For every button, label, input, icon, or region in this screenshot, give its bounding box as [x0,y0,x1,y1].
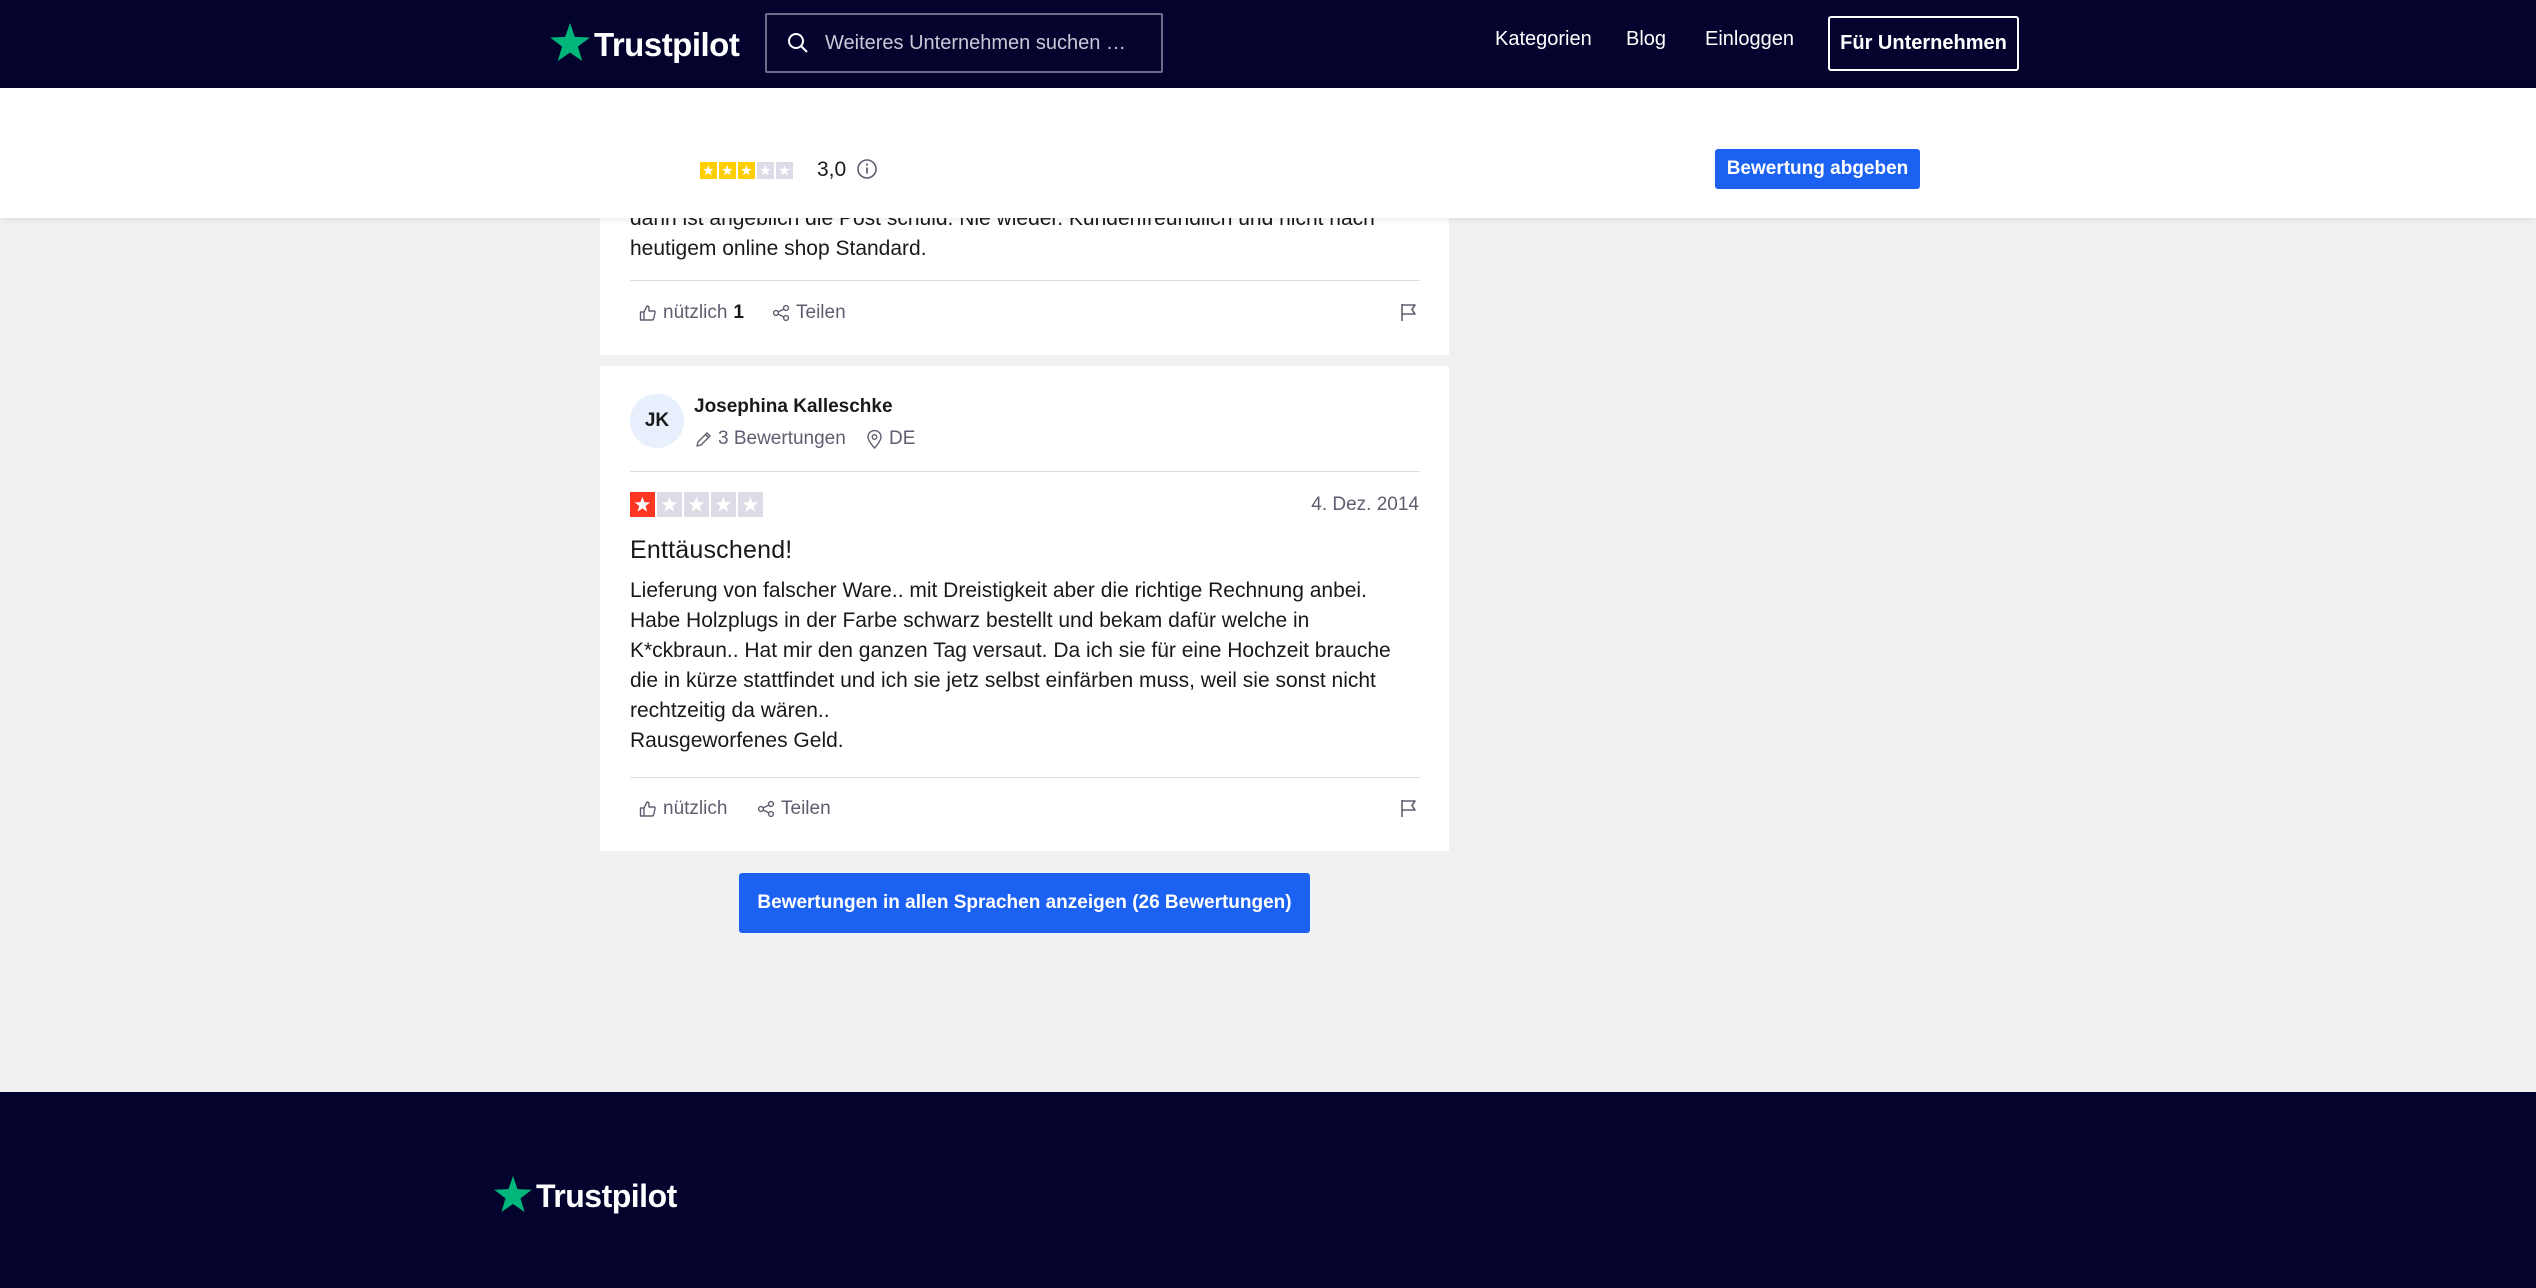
review-text-line: heutigem online shop Standard. [630,237,927,260]
reviewer-review-count: 3 Bewertungen [695,428,846,450]
star-icon [776,162,793,179]
write-review-button[interactable]: Bewertung abgeben [1715,149,1920,189]
review-date: 4. Dez. 2014 [1311,494,1419,515]
share-icon [772,304,790,322]
logo-wordmark: Trustpilot [594,26,740,63]
for-business-button[interactable]: Für Unternehmen [1828,16,2019,71]
review-star-rating [630,492,765,517]
divider [630,280,1420,281]
nav-blog[interactable]: Blog [1626,28,1666,51]
useful-label: nützlich [663,302,728,323]
star-icon [738,162,755,179]
reviewer-name[interactable]: Josephina Kalleschke [694,396,893,418]
star-icon [700,162,717,179]
review-text: Lieferung von falscher Ware.. mit Dreist… [630,576,1430,756]
useful-count: 1 [733,302,744,323]
divider [630,777,1420,778]
sticky-rating-bar: 3,0 Bewertung abgeben [0,88,2536,218]
review-text-line: Habe Holzplugs in der Farbe schwarz best… [630,609,1310,632]
share-label: Teilen [796,302,846,323]
rating-value: 3,0 [817,158,847,181]
nav-einloggen[interactable]: Einloggen [1705,28,1794,51]
avatar[interactable]: JK [630,394,684,448]
review-card: JK Josephina Kalleschke 3 Bewertungen DE… [600,366,1449,851]
trustpilot-logo[interactable]: Trustpilot [494,1172,677,1215]
star-icon [719,162,736,179]
flag-icon[interactable] [1399,798,1419,823]
review-title[interactable]: Enttäuschend! [630,536,792,565]
search-input[interactable] [823,30,1137,56]
review-count-text: 3 Bewertungen [718,428,846,449]
pencil-icon [696,431,711,447]
star-icon [630,492,655,517]
show-all-languages-button[interactable]: Bewertungen in allen Sprachen anzeigen (… [739,873,1310,933]
trustpilot-logo[interactable]: Trustpilot [550,20,740,64]
review-text-line: rechtzeitig da wären.. [630,699,830,722]
thumbs-up-icon [639,305,656,321]
review-text-line: die in kürze stattfindet und ich sie jet… [630,669,1376,692]
country-code: DE [889,428,916,449]
flag-icon[interactable] [1399,302,1419,327]
star-icon [657,492,682,517]
star-icon [711,492,736,517]
star-icon [757,162,774,179]
trustpilot-star-icon [494,1175,532,1212]
company-star-rating [700,162,795,179]
share-label: Teilen [781,798,831,819]
useful-button[interactable]: nützlich [639,798,727,820]
divider [630,471,1420,472]
useful-button[interactable]: nützlich 1 [639,302,744,324]
share-icon [757,800,775,818]
review-text-line: Lieferung von falscher Ware.. mit Dreist… [630,579,1367,602]
trustpilot-star-icon [550,23,590,61]
review-text-line: K*ckbraun.. Hat mir den ganzen Tag versa… [630,639,1391,662]
useful-label: nützlich [663,798,728,819]
nav-kategorien[interactable]: Kategorien [1495,28,1592,51]
location-pin-icon [867,429,882,449]
search-icon [787,32,809,54]
review-text-line: Rausgeworfenes Geld. [630,729,844,752]
footer: Trustpilot [0,1092,2536,1288]
logo-wordmark: Trustpilot [536,1178,677,1214]
share-button[interactable]: Teilen [757,798,831,820]
share-button[interactable]: Teilen [772,302,846,324]
star-icon [738,492,763,517]
company-search[interactable] [765,13,1163,73]
info-icon[interactable] [856,158,878,185]
reviewer-country: DE [866,428,915,450]
thumbs-up-icon [639,801,656,817]
top-navigation-bar: Trustpilot Kategorien Blog Einloggen Für… [0,0,2536,88]
star-icon [684,492,709,517]
